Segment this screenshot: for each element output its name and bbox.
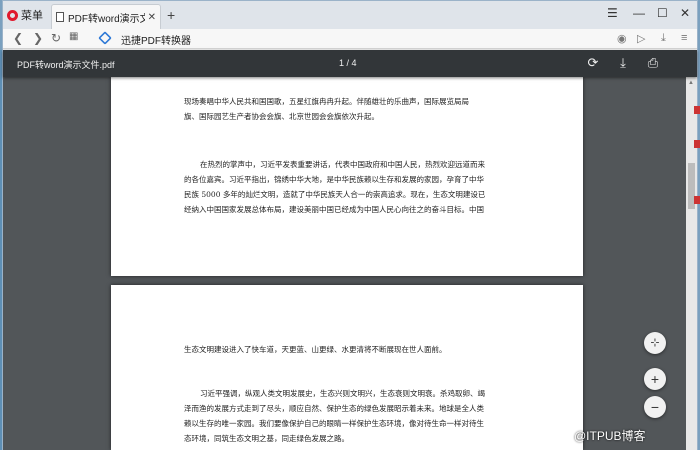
text-line: 民族 5000 多年的灿烂文明，造就了中华民族天人合一的崇高追求。现在，生态文明… xyxy=(184,190,486,199)
print-icon[interactable]: ⎙ xyxy=(645,55,661,71)
text-line: 习近平强调，纵观人类文明发展史，生态兴则文明兴，生态衰则文明衰。杀鸡取卵、竭 xyxy=(200,389,485,398)
text-line: 泽而渔的发展方式走到了尽头，顺应自然、保护生态的绿色发展昭示着未来。地球是全人类 xyxy=(184,404,484,413)
pdf-viewer: PDF转word演示文件.pdf 1 / 4 ⟳ ⤓ ⎙ 现场奏唱中华人民共和国… xyxy=(3,50,697,450)
opera-logo-icon xyxy=(7,9,18,21)
zoom-out-button[interactable]: − xyxy=(644,396,666,418)
page2-paragraph-1: 生态文明建设进入了快车道，天更蓝、山更绿、水更清将不断展现在世人面前。 xyxy=(184,342,447,357)
send-icon[interactable]: ▷ xyxy=(637,32,645,45)
address-field[interactable]: 迅捷PDF转换器 xyxy=(121,32,191,47)
back-icon[interactable]: ❮ xyxy=(13,31,23,45)
tab-pdf-document[interactable]: PDF转word演示文件.pdf ✕ xyxy=(51,4,161,29)
text-line: 态环境，同筑生态文明之基，同走绿色发展之路。 xyxy=(184,434,349,443)
tab-title: PDF转word演示文件.pdf xyxy=(68,13,145,25)
fit-page-button[interactable]: ⊹ xyxy=(644,332,666,354)
text-line: 的各位嘉宾。习近平指出，锦绣中华大地，是中华民族赖以生存和发展的家园，孕育了中华 xyxy=(184,175,484,184)
background-window-edge xyxy=(694,96,700,256)
page2-paragraph-2: 习近平强调，纵观人类文明发展史，生态兴则文明兴，生态衰则文明衰。杀鸡取卵、竭 泽… xyxy=(184,386,485,446)
camera-icon[interactable]: ◉ xyxy=(617,32,627,45)
tab-strip: 菜单 PDF转word演示文件.pdf ✕ + ☰ — ☐ ✕ xyxy=(3,1,697,29)
page1-paragraph-2: 在热烈的掌声中，习近平发表重要讲话，代表中国政府和中国人民，热烈欢迎远道而来 的… xyxy=(184,157,485,217)
download-pdf-icon[interactable]: ⤓ xyxy=(615,55,631,71)
text-line: 现场奏唱中华人民共和国国歌，五星红旗冉冉升起。伴随雄壮的乐曲声，国际展览局局 xyxy=(184,97,469,106)
tab-menu-icon[interactable]: ☰ xyxy=(607,6,618,20)
new-tab-button[interactable]: + xyxy=(167,8,175,22)
pdf-filename: PDF转word演示文件.pdf xyxy=(17,60,115,70)
download-icon[interactable]: ⤓ xyxy=(661,32,666,45)
text-line: 旗、国际园艺生产者协会会旗、北京世园会会旗依次升起。 xyxy=(184,112,379,121)
pdf-page-2: 生态文明建设进入了快车道，天更蓝、山更绿、水更清将不断展现在世人面前。 习近平强… xyxy=(111,285,583,450)
site-icon xyxy=(98,31,112,45)
watermark: @ITPUB博客 xyxy=(574,427,646,444)
close-window-icon[interactable]: ✕ xyxy=(680,6,690,20)
document-icon xyxy=(56,12,64,22)
rotate-icon[interactable]: ⟳ xyxy=(585,55,601,71)
text-line: 生态文明建设进入了快车道，天更蓝、山更绿、水更清将不断展现在世人面前。 xyxy=(184,345,447,354)
text-line: 在热烈的掌声中，习近平发表重要讲话，代表中国政府和中国人民，热烈欢迎远道而来 xyxy=(200,160,485,169)
scroll-up-icon[interactable]: ▲ xyxy=(688,80,694,86)
page1-paragraph-1: 现场奏唱中华人民共和国国歌，五星红旗冉冉升起。伴随雄壮的乐曲声，国际展览局局 旗… xyxy=(184,94,469,124)
speed-dial-icon[interactable]: ▦ xyxy=(69,31,78,42)
address-bar: ❮ ❯ ↻ ▦ 迅捷PDF转换器 ◉ ▷ ⤓ ≡ xyxy=(3,29,697,49)
zoom-in-button[interactable]: + xyxy=(644,368,666,390)
watermark-text: @ITPUB博客 xyxy=(574,429,646,443)
easy-setup-icon[interactable]: ≡ xyxy=(681,32,687,44)
menu-button[interactable]: 菜单 xyxy=(7,6,43,24)
text-line: 赖以生存的唯一家园。我们要像保护自己的眼睛一样保护生态环境，像对待生命一样对待生 xyxy=(184,419,484,428)
tab-close-icon[interactable]: ✕ xyxy=(148,12,156,23)
reload-icon[interactable]: ↻ xyxy=(51,31,61,45)
forward-icon[interactable]: ❯ xyxy=(33,31,43,45)
minimize-icon[interactable]: — xyxy=(633,6,645,20)
menu-label: 菜单 xyxy=(21,10,43,22)
pdf-toolbar: PDF转word演示文件.pdf 1 / 4 ⟳ ⤓ ⎙ xyxy=(3,50,697,77)
browser-window: 菜单 PDF转word演示文件.pdf ✕ + ☰ — ☐ ✕ ❮ ❯ ↻ ▦ … xyxy=(2,0,698,450)
pdf-page-1: 现场奏唱中华人民共和国国歌，五星红旗冉冉升起。伴随雄壮的乐曲声，国际展览局局 旗… xyxy=(111,77,583,276)
maximize-icon[interactable]: ☐ xyxy=(657,6,668,20)
text-line: 经纳入中国国家发展总体布局，建设美丽中国已经成为中国人民心向往之的奋斗目标。中国 xyxy=(184,205,484,214)
page-indicator: 1 / 4 xyxy=(339,58,357,68)
